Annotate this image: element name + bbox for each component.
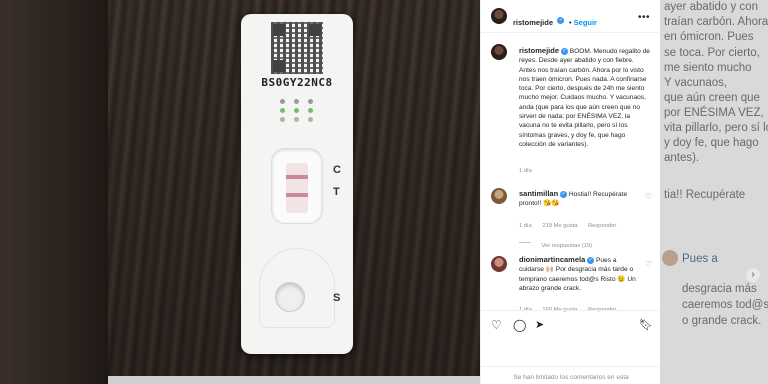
ghost-text: o grande crack.	[682, 315, 762, 327]
author-username[interactable]: ristomejide	[513, 18, 553, 27]
ghost-text: desgracia más	[682, 283, 757, 295]
comment-age[interactable]: 1 día	[519, 223, 532, 229]
ghost-text: y doy fe, que hago	[664, 137, 759, 149]
dot	[280, 99, 285, 104]
caption-text: BOOM. Menudo regalito de reyes. Desde ay…	[519, 48, 650, 148]
ghost-text: traían carbón. Ahora	[664, 16, 768, 28]
background-right-blur: ayer abatido y con traían carbón. Ahora …	[660, 0, 768, 384]
chevron-right-icon: ›	[746, 268, 760, 282]
test-line	[286, 193, 308, 197]
ghost-text: por ENÉSIMA VEZ,	[664, 107, 764, 119]
action-bar: ♡ ◯ ➤ 🔖︎	[491, 318, 653, 332]
test-code: BS0GY22NC8	[261, 76, 333, 89]
share-send-icon[interactable]: ➤	[535, 318, 544, 332]
verified-badge-icon: ✓	[557, 17, 565, 25]
ghost-text: en ómicron. Pues	[664, 31, 754, 43]
commenter-avatar[interactable]	[491, 188, 507, 204]
comment-username[interactable]: dionimartincamela	[519, 255, 585, 264]
post-side-panel: ristomejide ✓ • Seguir ••• ristomejide ✓…	[480, 0, 661, 384]
dot	[308, 117, 313, 122]
post-caption: ristomejide ✓ BOOM. Menudo regalito de r…	[519, 46, 651, 149]
verified-badge-icon: ✓	[560, 47, 568, 55]
caption-avatar[interactable]	[491, 44, 507, 60]
ghost-text: Y vacunaos,	[664, 77, 728, 89]
background-left-blur	[0, 0, 108, 384]
dot	[294, 99, 299, 104]
ghost-text: ayer abatido y con	[664, 1, 758, 13]
ghost-text: tia!! Recupérate	[664, 189, 746, 201]
follow-button[interactable]: Seguir	[574, 18, 597, 27]
dot	[294, 117, 299, 122]
verified-badge-icon: ✓	[587, 256, 595, 264]
footer-divider	[481, 366, 661, 367]
test-strip	[286, 163, 308, 213]
label-t: T	[333, 186, 340, 198]
view-replies-label[interactable]: Ver respuestas (19)	[541, 243, 592, 249]
label-c: C	[333, 164, 341, 176]
indicator-dots	[271, 96, 323, 124]
verified-badge-icon: ✓	[560, 190, 568, 198]
replies-line	[519, 242, 531, 244]
more-options-icon[interactable]: •••	[638, 12, 650, 23]
save-bookmark-icon[interactable]: 🔖︎	[639, 318, 653, 332]
comment: dionimartincamela ✓ Pues a cuidarse 🙌🏼 P…	[519, 255, 643, 293]
sample-well	[275, 282, 305, 312]
dot	[280, 108, 285, 113]
control-line	[286, 175, 308, 179]
author-avatar[interactable]	[491, 8, 507, 24]
like-comment-heart-icon[interactable]: ♡	[645, 260, 652, 269]
label-s: S	[333, 292, 341, 304]
qr-code	[271, 22, 323, 74]
comment-username[interactable]: santimillan	[519, 189, 558, 198]
antigen-test-cassette: BS0GY22NC8 C T S	[241, 14, 353, 354]
caption-username[interactable]: ristomejide	[519, 46, 559, 55]
comment-meta: 1 día 169 Me gusta Responder	[519, 298, 616, 316]
comment-likes[interactable]: 219 Me gusta	[542, 223, 577, 229]
dot	[294, 108, 299, 113]
result-window	[271, 148, 323, 224]
like-heart-icon[interactable]: ♡	[491, 318, 502, 332]
comment-meta: 1 día 219 Me gusta Responder	[519, 214, 616, 232]
reply-button[interactable]: Responder	[588, 223, 616, 229]
header-divider	[481, 32, 661, 33]
comment: santimillan ✓ Hostia!! Recupérate pronto…	[519, 189, 643, 209]
commenter-avatar[interactable]	[491, 256, 507, 272]
ghost-text: que aún creen que	[664, 92, 760, 104]
comment-bubble-icon[interactable]: ◯	[513, 318, 526, 332]
comments-limited-notice: Se han limitado los comentarios en esta	[513, 374, 629, 381]
post-header: ristomejide ✓ • Seguir	[513, 12, 597, 30]
post-age[interactable]: 1 día	[519, 168, 532, 174]
actions-divider	[481, 310, 661, 311]
ghost-text: antes).	[664, 152, 700, 164]
ghost-text: caeremos tod@s	[682, 299, 768, 311]
ghost-text: se toca. Por cierto,	[664, 47, 760, 59]
post-photo[interactable]: BS0GY22NC8 C T S	[108, 0, 480, 376]
like-comment-heart-icon[interactable]: ♡	[645, 192, 652, 201]
view-replies[interactable]: Ver respuestas (19)	[519, 234, 592, 252]
ghost-text: me siento mucho	[664, 62, 752, 74]
ghost-text: Pues a	[682, 253, 718, 265]
ghost-avatar	[662, 250, 678, 266]
dot	[308, 99, 313, 104]
dot	[308, 108, 313, 113]
ghost-text: vita pillarlo, pero sí los	[664, 122, 768, 134]
dot	[280, 117, 285, 122]
